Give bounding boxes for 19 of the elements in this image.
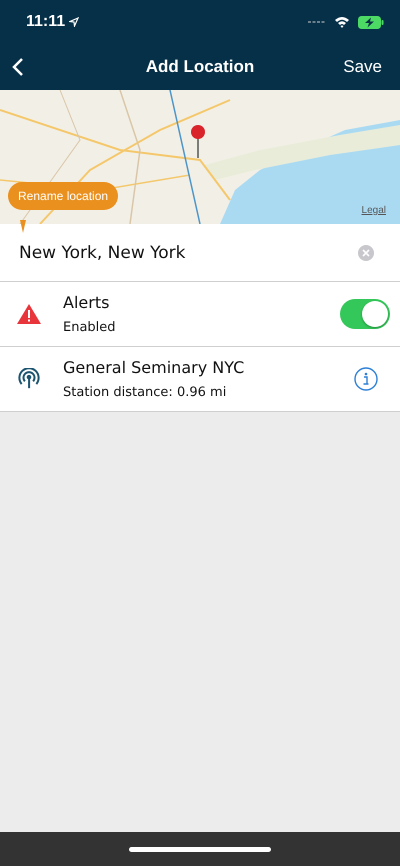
signal-icon: [308, 20, 326, 24]
wifi-icon: [334, 16, 350, 28]
home-indicator[interactable]: [129, 846, 271, 852]
info-icon[interactable]: [354, 367, 378, 391]
status-time: 11:11: [26, 13, 66, 31]
screen-title: Add Location: [146, 57, 254, 77]
location-name-field[interactable]: New York, New York: [0, 224, 400, 282]
row-subtitle: Enabled: [63, 320, 117, 335]
warning-icon: [17, 303, 41, 325]
save-button[interactable]: Save: [343, 57, 382, 77]
antenna-icon: [17, 368, 41, 390]
row-title: General Seminary NYC: [63, 358, 246, 377]
legal-link[interactable]: Legal: [362, 205, 386, 216]
battery-icon: [358, 16, 384, 28]
row-subtitle: Station distance: 0.96 mi: [63, 385, 228, 400]
tooltip-pointer: [20, 220, 26, 233]
row-title: Alerts: [63, 293, 110, 312]
alerts-toggle[interactable]: [340, 299, 390, 329]
location-arrow-icon: [69, 17, 80, 27]
